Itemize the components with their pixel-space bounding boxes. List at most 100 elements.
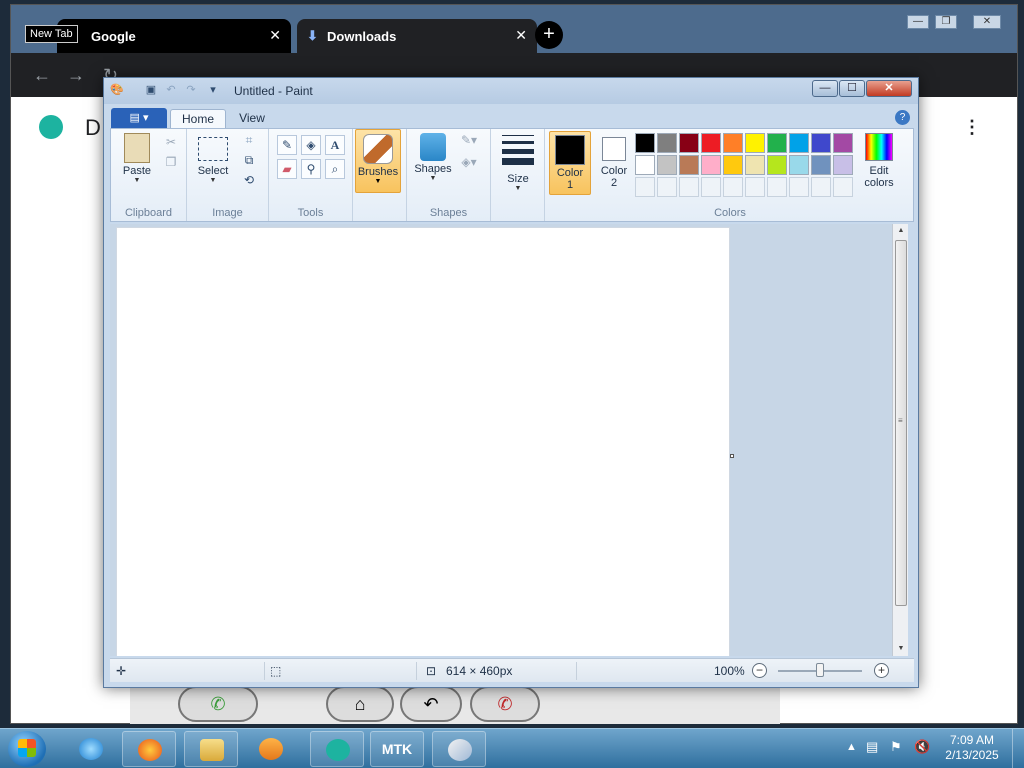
palette-custom-slot[interactable] (701, 177, 721, 197)
palette-color[interactable] (679, 133, 699, 153)
palette-color[interactable] (723, 155, 743, 175)
color-1-button[interactable]: Color 1 (549, 131, 591, 195)
magnifier-icon[interactable]: ⌕ (325, 159, 345, 179)
palette-color[interactable] (701, 133, 721, 153)
palette-color[interactable] (789, 155, 809, 175)
save-icon[interactable]: ▣ (144, 83, 158, 97)
fill-icon[interactable]: ◈ (301, 135, 321, 155)
undo-icon[interactable]: ↶ (164, 83, 178, 97)
maximize-icon[interactable]: ❐ (935, 15, 957, 29)
palette-color[interactable] (657, 155, 677, 175)
color-picker-icon[interactable]: ⚲ (301, 159, 321, 179)
help-icon[interactable]: ? (895, 110, 910, 125)
scroll-down-icon[interactable]: ▼ (896, 644, 906, 654)
outline-icon[interactable]: ✎▾ (459, 131, 479, 151)
close-window-icon[interactable]: ✕ (973, 15, 1001, 29)
scroll-thumb[interactable]: ≡ (895, 240, 907, 606)
palette-color[interactable] (811, 155, 831, 175)
palette-color[interactable] (701, 155, 721, 175)
select-button[interactable]: Select ▼ (193, 133, 233, 184)
pencil-icon[interactable]: ✎ (277, 135, 297, 155)
ie-button[interactable] (64, 731, 118, 767)
volume-muted-icon[interactable]: 🔇 (914, 739, 930, 755)
palette-custom-slot[interactable] (789, 177, 809, 197)
scroll-up-icon[interactable]: ▲ (896, 226, 906, 236)
minimize-button[interactable]: — (812, 80, 838, 97)
canvas-resize-handle[interactable] (730, 454, 734, 458)
drawing-canvas[interactable] (116, 227, 730, 656)
palette-custom-slot[interactable] (679, 177, 699, 197)
crop-icon[interactable]: ⌗ (239, 131, 259, 151)
clock[interactable]: 7:09 AM 2/13/2025 (942, 733, 1002, 763)
new-tab-button[interactable]: + (535, 21, 563, 49)
resize-icon[interactable]: ⧉ (239, 151, 259, 171)
brushes-button[interactable]: Brushes ▼ (355, 129, 401, 193)
customize-toolbar-icon[interactable]: ▾ (206, 83, 220, 97)
palette-custom-slot[interactable] (767, 177, 787, 197)
firefox-button[interactable] (122, 731, 176, 767)
home-icon[interactable]: ⌂ (326, 686, 394, 722)
mtk-button[interactable]: MTK (370, 731, 424, 767)
palette-custom-slot[interactable] (635, 177, 655, 197)
vertical-scrollbar[interactable]: ▲ ≡ ▼ (892, 224, 908, 656)
back-icon[interactable]: ↶ (400, 686, 462, 722)
palette-color[interactable] (767, 155, 787, 175)
tab-google[interactable]: Google ✕ (57, 19, 291, 53)
explorer-button[interactable] (184, 731, 238, 767)
edge-app-button[interactable] (310, 731, 364, 767)
zoom-in-icon[interactable]: + (874, 663, 889, 678)
hangup-icon[interactable]: ✆ (470, 686, 540, 722)
shapes-button[interactable]: Shapes ▼ (411, 133, 455, 182)
palette-custom-slot[interactable] (657, 177, 677, 197)
palette-color[interactable] (767, 133, 787, 153)
cut-icon[interactable]: ✂ (161, 133, 181, 153)
maximize-button[interactable]: ☐ (839, 80, 865, 97)
flag-icon[interactable]: ⚑ (890, 739, 902, 755)
palette-custom-slot[interactable] (811, 177, 831, 197)
close-icon[interactable]: ✕ (515, 27, 527, 44)
call-icon[interactable]: ✆ (178, 686, 258, 722)
tab-view[interactable]: View (230, 109, 274, 129)
zoom-out-icon[interactable]: − (752, 663, 767, 678)
palette-custom-slot[interactable] (723, 177, 743, 197)
edit-colors-button[interactable]: Edit colors (859, 133, 899, 189)
tab-downloads[interactable]: ⬇ Downloads ✕ (297, 19, 537, 53)
palette-color[interactable] (833, 133, 853, 153)
redo-icon[interactable]: ↷ (184, 83, 198, 97)
palette-color[interactable] (745, 133, 765, 153)
fill-shape-icon[interactable]: ◈▾ (459, 153, 479, 173)
palette-custom-slot[interactable] (745, 177, 765, 197)
paint-app-button[interactable] (432, 731, 486, 767)
tray-arrow-icon[interactable]: ▲ (846, 741, 857, 753)
tab-home[interactable]: Home (170, 109, 226, 129)
back-icon[interactable]: ← (33, 65, 51, 86)
network-icon[interactable]: ▤ (866, 739, 878, 755)
zoom-slider[interactable] (816, 663, 824, 677)
close-button[interactable]: ✕ (866, 80, 912, 97)
paint-app-icon[interactable]: 🎨 (110, 83, 124, 97)
text-icon[interactable]: A (325, 135, 345, 155)
forward-icon[interactable]: → (67, 65, 85, 86)
eraser-icon[interactable]: ▰ (277, 159, 297, 179)
color-2-button[interactable]: Color 2 (593, 131, 635, 195)
palette-color[interactable] (789, 133, 809, 153)
palette-color[interactable] (657, 133, 677, 153)
palette-color[interactable] (811, 133, 831, 153)
palette-color[interactable] (833, 155, 853, 175)
palette-color[interactable] (679, 155, 699, 175)
close-icon[interactable]: ✕ (269, 27, 281, 44)
rotate-icon[interactable]: ⟲ (239, 171, 259, 191)
minimize-icon[interactable]: — (907, 15, 929, 29)
paste-button[interactable]: Paste ▼ (117, 133, 157, 184)
palette-color[interactable] (635, 133, 655, 153)
show-desktop-button[interactable] (1012, 729, 1024, 768)
size-button[interactable]: Size ▼ (499, 133, 537, 192)
palette-color[interactable] (723, 133, 743, 153)
menu-icon[interactable]: ⋮ (963, 117, 981, 138)
palette-color[interactable] (745, 155, 765, 175)
media-player-button[interactable] (244, 731, 298, 767)
palette-color[interactable] (635, 155, 655, 175)
start-button[interactable] (8, 731, 46, 767)
copy-icon[interactable]: ❐ (161, 153, 181, 173)
paint-menu-button[interactable]: ▤ ▾ (111, 108, 167, 128)
